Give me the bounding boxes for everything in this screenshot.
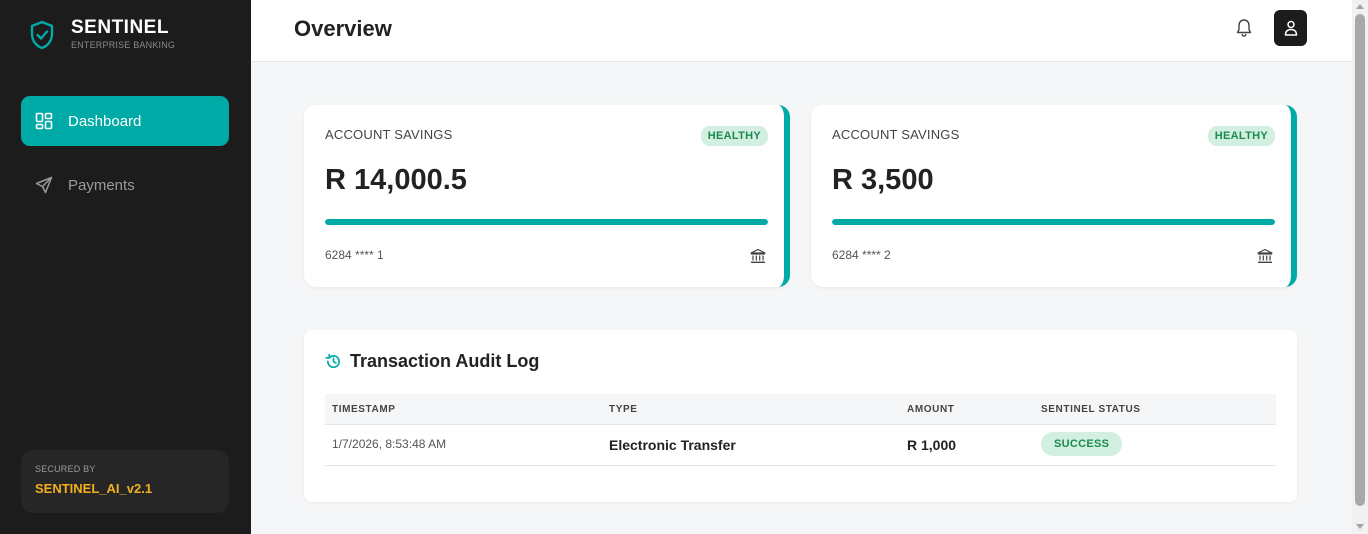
account-label: ACCOUNT SAVINGS (832, 127, 960, 142)
column-header-amount: AMOUNT (907, 404, 955, 415)
shield-check-icon (30, 20, 54, 50)
account-card: ACCOUNT SAVINGS HEALTHY R 3,500 6284 ***… (811, 105, 1297, 287)
cell-type: Electronic Transfer (609, 437, 736, 453)
column-header-timestamp: TIMESTAMP (332, 404, 396, 415)
account-balance: R 3,500 (832, 164, 934, 196)
brand: SENTINEL ENTERPRISE BANKING (29, 18, 175, 50)
account-number: 6284 **** 2 (832, 248, 891, 262)
cell-amount: R 1,000 (907, 437, 957, 453)
account-number: 6284 **** 1 (325, 248, 384, 262)
sidebar: SENTINEL ENTERPRISE BANKING Dashboard Pa… (0, 0, 251, 534)
sidebar-item-payments[interactable]: Payments (21, 160, 229, 210)
account-progress-bar (325, 219, 768, 225)
column-header-status: SENTINEL STATUS (1041, 404, 1141, 415)
status-badge: HEALTHY (700, 126, 768, 146)
bank-icon (750, 248, 766, 264)
history-icon (325, 353, 341, 369)
scroll-down-arrow-icon[interactable] (1356, 524, 1364, 529)
audit-log-title: Transaction Audit Log (350, 351, 540, 371)
table-row: 1/7/2026, 8:53:48 AM Electronic Transfer… (325, 425, 1276, 466)
bell-icon[interactable] (1235, 18, 1253, 38)
brand-subtitle: ENTERPRISE BANKING (71, 40, 176, 50)
column-header-type: TYPE (609, 404, 638, 415)
sidebar-item-dashboard[interactable]: Dashboard (21, 96, 229, 146)
send-icon (35, 176, 53, 194)
sidebar-item-label: Payments (68, 176, 135, 194)
progress-fill (832, 219, 1275, 225)
cell-timestamp: 1/7/2026, 8:53:48 AM (332, 437, 447, 451)
account-progress-bar (832, 219, 1275, 225)
sidebar-item-label: Dashboard (68, 112, 142, 130)
transaction-audit-log: Transaction Audit Log TIMESTAMP TYPE AMO… (304, 330, 1297, 502)
page-scrollbar[interactable] (1352, 0, 1368, 534)
account-balance: R 14,000.5 (325, 164, 467, 196)
top-header: Overview (251, 0, 1352, 62)
secured-by-value: SENTINEL_AI_v2.1 (35, 481, 153, 496)
brand-title: SENTINEL (71, 17, 169, 38)
user-icon (1284, 20, 1297, 36)
scroll-up-arrow-icon[interactable] (1356, 4, 1364, 9)
grid-icon (35, 112, 53, 130)
account-label: ACCOUNT SAVINGS (325, 127, 453, 142)
secured-by-label: SECURED BY (35, 464, 96, 474)
audit-table: TIMESTAMP TYPE AMOUNT SENTINEL STATUS 1/… (325, 394, 1276, 466)
scroll-thumb[interactable] (1355, 14, 1365, 506)
progress-fill (325, 219, 768, 225)
table-header: TIMESTAMP TYPE AMOUNT SENTINEL STATUS (325, 394, 1276, 425)
user-menu-button[interactable] (1274, 10, 1307, 46)
status-badge: HEALTHY (1207, 126, 1275, 146)
status-badge: SUCCESS (1041, 432, 1123, 456)
secured-by-panel: SECURED BY SENTINEL_AI_v2.1 (21, 450, 229, 513)
account-card: ACCOUNT SAVINGS HEALTHY R 14,000.5 6284 … (304, 105, 790, 287)
page-title: Overview (294, 16, 392, 41)
bank-icon (1257, 248, 1273, 264)
